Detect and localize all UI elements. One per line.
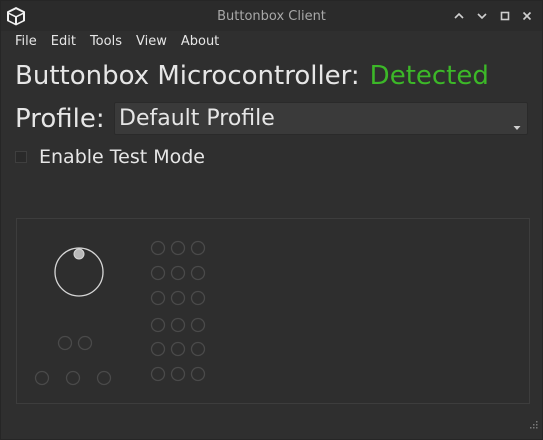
small-button[interactable] <box>96 370 112 386</box>
grid-button[interactable] <box>150 265 166 281</box>
grid-button[interactable] <box>150 317 166 333</box>
test-mode-label[interactable]: Enable Test Mode <box>39 146 205 168</box>
small-button[interactable] <box>65 370 81 386</box>
grid-button[interactable] <box>150 290 166 306</box>
profile-label: Profile: <box>15 104 105 134</box>
grid-button[interactable] <box>190 240 206 256</box>
buttonbox-layout <box>34 240 206 386</box>
grid-button[interactable] <box>150 240 166 256</box>
title-bar[interactable]: Buttonbox Client <box>1 1 542 31</box>
microcontroller-status: Buttonbox Microcontroller: Detected <box>15 61 489 91</box>
grid-button[interactable] <box>170 341 186 357</box>
small-button[interactable] <box>34 370 50 386</box>
grid-button[interactable] <box>170 366 186 382</box>
dropdown-arrow-icon <box>513 116 521 135</box>
small-button[interactable] <box>57 335 73 351</box>
profile-row: Profile: Default Profile <box>15 101 528 137</box>
menu-edit[interactable]: Edit <box>44 31 83 53</box>
status-value: Detected <box>369 61 489 91</box>
grid-button[interactable] <box>170 265 186 281</box>
grid-button[interactable] <box>190 317 206 333</box>
status-label: Buttonbox Microcontroller: <box>15 61 360 91</box>
test-mode-row: Enable Test Mode <box>15 146 205 168</box>
grid-button[interactable] <box>170 290 186 306</box>
profile-dropdown[interactable]: Default Profile <box>114 102 528 135</box>
grid-button[interactable] <box>150 366 166 382</box>
menu-view[interactable]: View <box>129 31 174 53</box>
grid-button[interactable] <box>190 290 206 306</box>
menu-about[interactable]: About <box>174 31 226 53</box>
menu-bar: File Edit Tools View About <box>1 31 542 53</box>
resize-grip-icon[interactable] <box>528 416 538 435</box>
menu-tools[interactable]: Tools <box>83 31 129 53</box>
grid-button[interactable] <box>170 240 186 256</box>
buttonbox-panel <box>16 218 530 404</box>
app-window: Buttonbox Client File Edit Tools View Ab… <box>0 0 543 440</box>
grid-button[interactable] <box>190 366 206 382</box>
menu-file[interactable]: File <box>1 31 44 53</box>
test-mode-checkbox[interactable] <box>15 151 27 163</box>
grid-button[interactable] <box>190 265 206 281</box>
knob-indicator <box>73 248 85 260</box>
grid-button[interactable] <box>190 341 206 357</box>
chevron-down-icon[interactable] <box>473 7 491 25</box>
grid-button[interactable] <box>170 317 186 333</box>
small-button[interactable] <box>77 335 93 351</box>
close-icon[interactable] <box>518 7 536 25</box>
grid-button[interactable] <box>150 341 166 357</box>
profile-selected-value: Default Profile <box>119 106 275 131</box>
maximize-icon[interactable] <box>496 7 514 25</box>
chevron-up-icon[interactable] <box>450 7 468 25</box>
